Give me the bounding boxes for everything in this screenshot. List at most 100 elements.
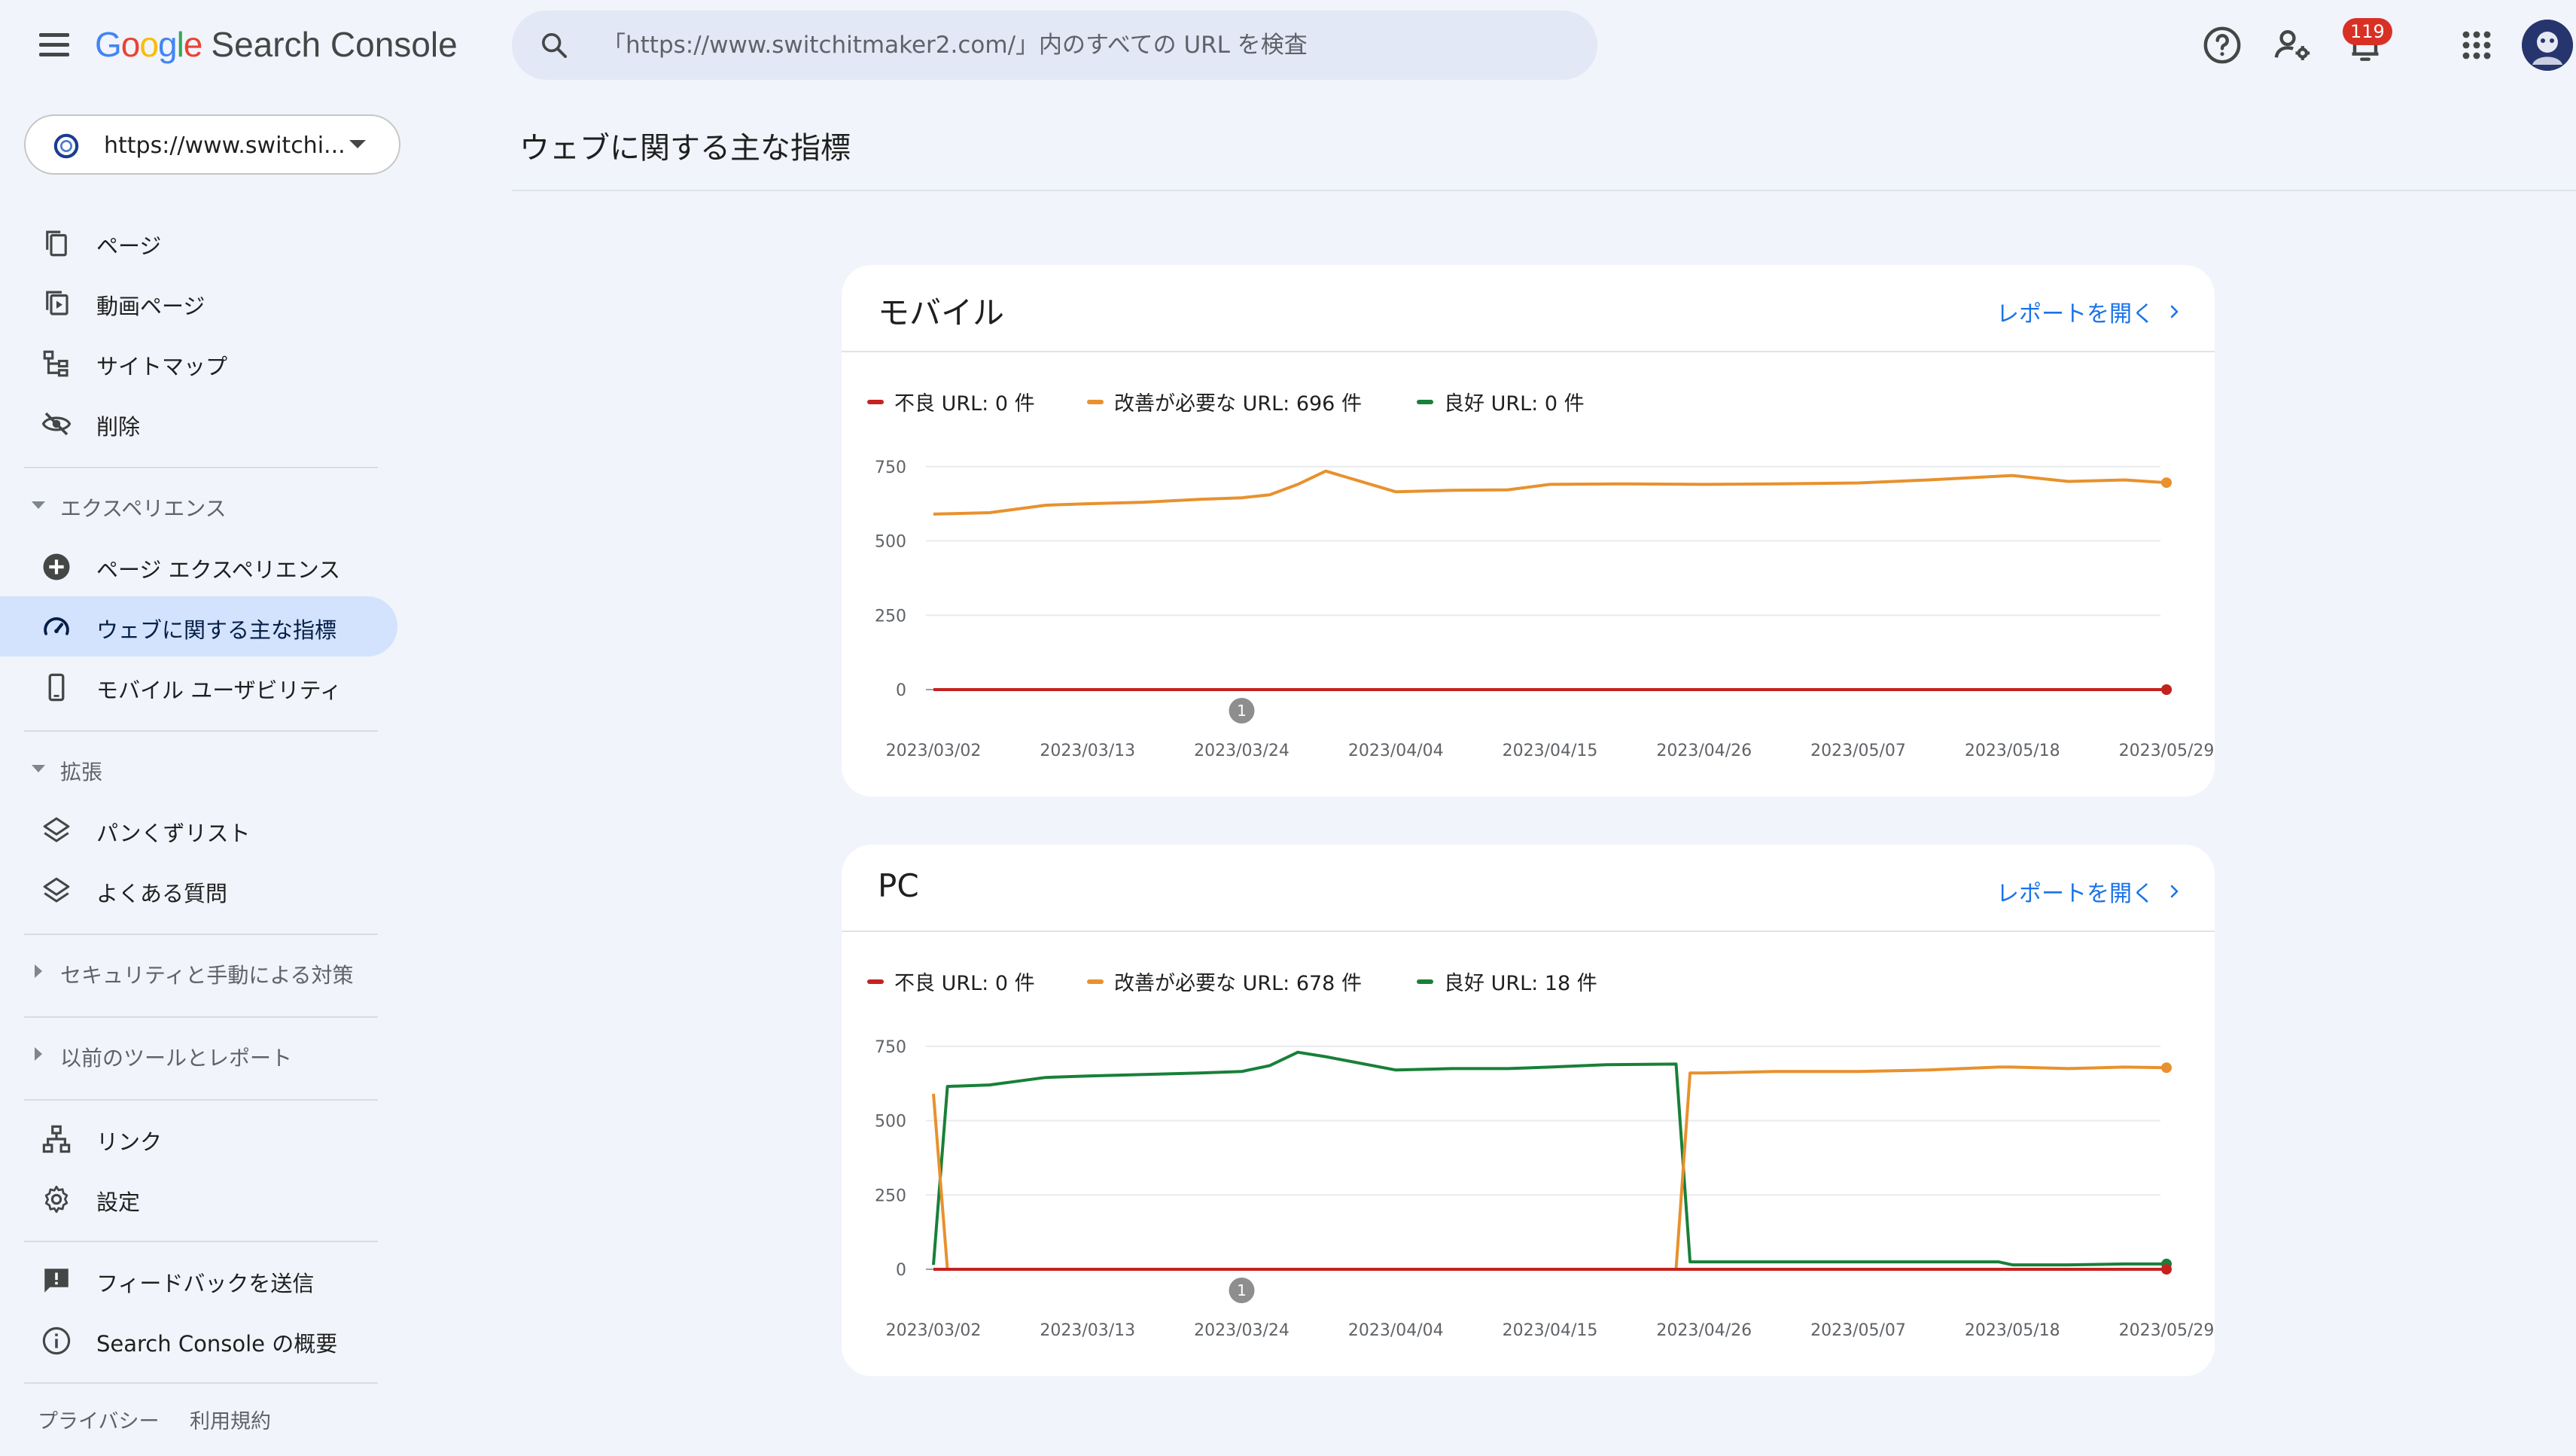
google-wordmark-letter: g	[157, 25, 178, 64]
property-favicon-icon	[53, 133, 79, 159]
sidebar-item-core-web-vitals[interactable]: ウェブに関する主な指標	[0, 596, 397, 656]
search-icon[interactable]	[539, 30, 569, 60]
sidebar-item-pages[interactable]: ページ	[0, 212, 397, 273]
mobile-report-card: モバイル レポートを開く 不良 URL: 0 件 改善が必要な URL: 696…	[842, 265, 2215, 797]
sidebar-divider	[24, 1016, 378, 1018]
series-line	[932, 1050, 2166, 1267]
search-console-logo[interactable]: Google Search Console	[95, 24, 458, 69]
sidebar-item-feedback[interactable]: フィードバックを送信	[0, 1250, 397, 1310]
chevron-right-icon	[35, 964, 42, 978]
sidebar-item-links[interactable]: リンク	[0, 1108, 397, 1168]
series-end-point	[2161, 1264, 2172, 1275]
y-tick-label: 250	[875, 1186, 906, 1205]
sidebar-item-settings[interactable]: 設定	[0, 1168, 397, 1229]
product-name: Search Console	[211, 25, 458, 64]
y-tick-label: 750	[875, 458, 906, 477]
section-label: 以前のツールとレポート	[60, 1046, 293, 1071]
sidebar-divider	[24, 467, 378, 468]
privacy-link[interactable]: プライバシー	[38, 1405, 159, 1434]
series-end-point	[2161, 477, 2172, 489]
sidebar-item-mobile-usability[interactable]: モバイル ユーザビリティ	[0, 656, 397, 717]
sidebar-item-page-experience[interactable]: ページ エクスペリエンス	[0, 536, 397, 596]
x-tick-label: 2023/04/04	[1348, 742, 1444, 760]
top-bar: GoogleSearch Console 119	[0, 0, 2576, 89]
account-avatar[interactable]	[2522, 20, 2573, 71]
y-tick-label: 0	[896, 1261, 906, 1280]
sidebar-item-label: リンク	[96, 1129, 163, 1155]
google-wordmark-letter: G	[95, 25, 122, 64]
avatar-image	[2522, 20, 2573, 71]
sidebar-section-experience[interactable]: エクスペリエンス	[0, 479, 397, 532]
terms-link[interactable]: 利用規約	[190, 1405, 271, 1434]
x-tick-label: 2023/03/13	[1040, 742, 1135, 760]
chevron-down-icon	[349, 140, 366, 148]
y-tick-label: 750	[875, 1038, 906, 1057]
sidebar-item-label: ページ	[96, 233, 162, 259]
google-wordmark-letter: e	[183, 25, 203, 64]
sidebar-item-label: パンくずリスト	[96, 821, 251, 846]
removals-icon	[41, 412, 72, 436]
header-divider	[512, 190, 2576, 191]
property-label: https://www.switchi...	[104, 133, 346, 159]
sidebar-item-sitemaps[interactable]: サイトマップ	[0, 333, 397, 393]
video-pages-icon	[46, 291, 69, 315]
x-tick-label: 2023/04/26	[1656, 742, 1752, 760]
sidebar-item-about[interactable]: Search Console の概要	[0, 1310, 397, 1370]
mobile-line-chart: 0 250 500 750 2023/03/02 2023/03/13 2023/03/24…	[875, 458, 2214, 760]
property-selector[interactable]: https://www.switchi...	[24, 114, 400, 175]
x-tick-label: 2023/04/04	[1348, 1321, 1444, 1340]
x-tick-label: 2023/04/26	[1656, 1321, 1752, 1340]
search-input[interactable]	[602, 11, 1573, 80]
sidebar-item-label: Search Console の概要	[96, 1331, 338, 1357]
info-icon	[42, 1327, 71, 1355]
hamburger-icon-bar	[39, 43, 69, 47]
pages-icon	[46, 230, 67, 257]
section-label: セキュリティと手動による対策	[60, 963, 354, 988]
help-icon[interactable]	[2201, 24, 2243, 66]
sidebar-divider	[24, 1382, 378, 1384]
google-wordmark-letter: o	[139, 25, 159, 64]
series-line	[932, 1065, 2167, 1271]
y-tick-label: 500	[875, 533, 906, 552]
sidebar-item-video-pages[interactable]: 動画ページ	[0, 273, 397, 333]
chevron-down-icon	[32, 501, 45, 509]
sidebar-item-label: ウェブに関する主な指標	[96, 617, 337, 643]
sidebar-item-breadcrumbs[interactable]: パンくずリスト	[0, 800, 397, 860]
notifications-badge[interactable]: 119	[2343, 18, 2392, 45]
chevron-right-icon	[35, 1047, 42, 1061]
hamburger-icon-bar	[39, 53, 69, 56]
sidebar-item-faq[interactable]: よくある質問	[0, 860, 397, 920]
hamburger-icon	[39, 33, 69, 37]
feedback-icon	[44, 1269, 69, 1293]
url-inspection-search[interactable]	[512, 11, 1597, 80]
sidebar-divider	[24, 730, 378, 732]
x-tick-label: 2023/05/29	[2119, 1321, 2215, 1340]
series-end-point	[2161, 1062, 2172, 1074]
users-settings-icon[interactable]	[2272, 24, 2314, 66]
sidebar-item-removals[interactable]: 削除	[0, 393, 397, 453]
x-tick-label: 2023/03/24	[1194, 742, 1290, 760]
y-tick-label: 500	[875, 1113, 906, 1132]
sidebar-divider	[24, 1099, 378, 1101]
sidebar-section-security[interactable]: セキュリティと手動による対策	[0, 946, 397, 998]
x-tick-label: 2023/03/02	[886, 742, 982, 760]
section-label: 拡張	[60, 760, 103, 784]
apps-grid-icon[interactable]	[2456, 24, 2498, 66]
x-tick-label: 2023/05/18	[1965, 742, 2060, 760]
x-tick-label: 2023/05/07	[1810, 742, 1906, 760]
sidebar-section-enhancements[interactable]: 拡張	[0, 742, 397, 795]
links-icon	[42, 1125, 71, 1153]
google-wordmark: Google	[95, 25, 202, 64]
x-tick-label: 2023/05/07	[1810, 1321, 1906, 1340]
layers-icon	[43, 817, 70, 842]
sidebar-item-label: 削除	[96, 414, 141, 440]
x-tick-label: 2023/05/18	[1965, 1321, 2060, 1340]
sidebar-item-label: 動画ページ	[96, 294, 206, 319]
sidebar-item-label: 設定	[96, 1189, 141, 1215]
google-wordmark-letter: o	[120, 25, 141, 64]
main-menu-button[interactable]	[36, 27, 72, 63]
x-tick-label: 2023/04/15	[1503, 742, 1598, 760]
annotation-label: 1	[1237, 1281, 1247, 1299]
x-tick-label: 2023/03/24	[1194, 1321, 1290, 1340]
sidebar-section-legacy[interactable]: 以前のツールとレポート	[0, 1028, 397, 1081]
